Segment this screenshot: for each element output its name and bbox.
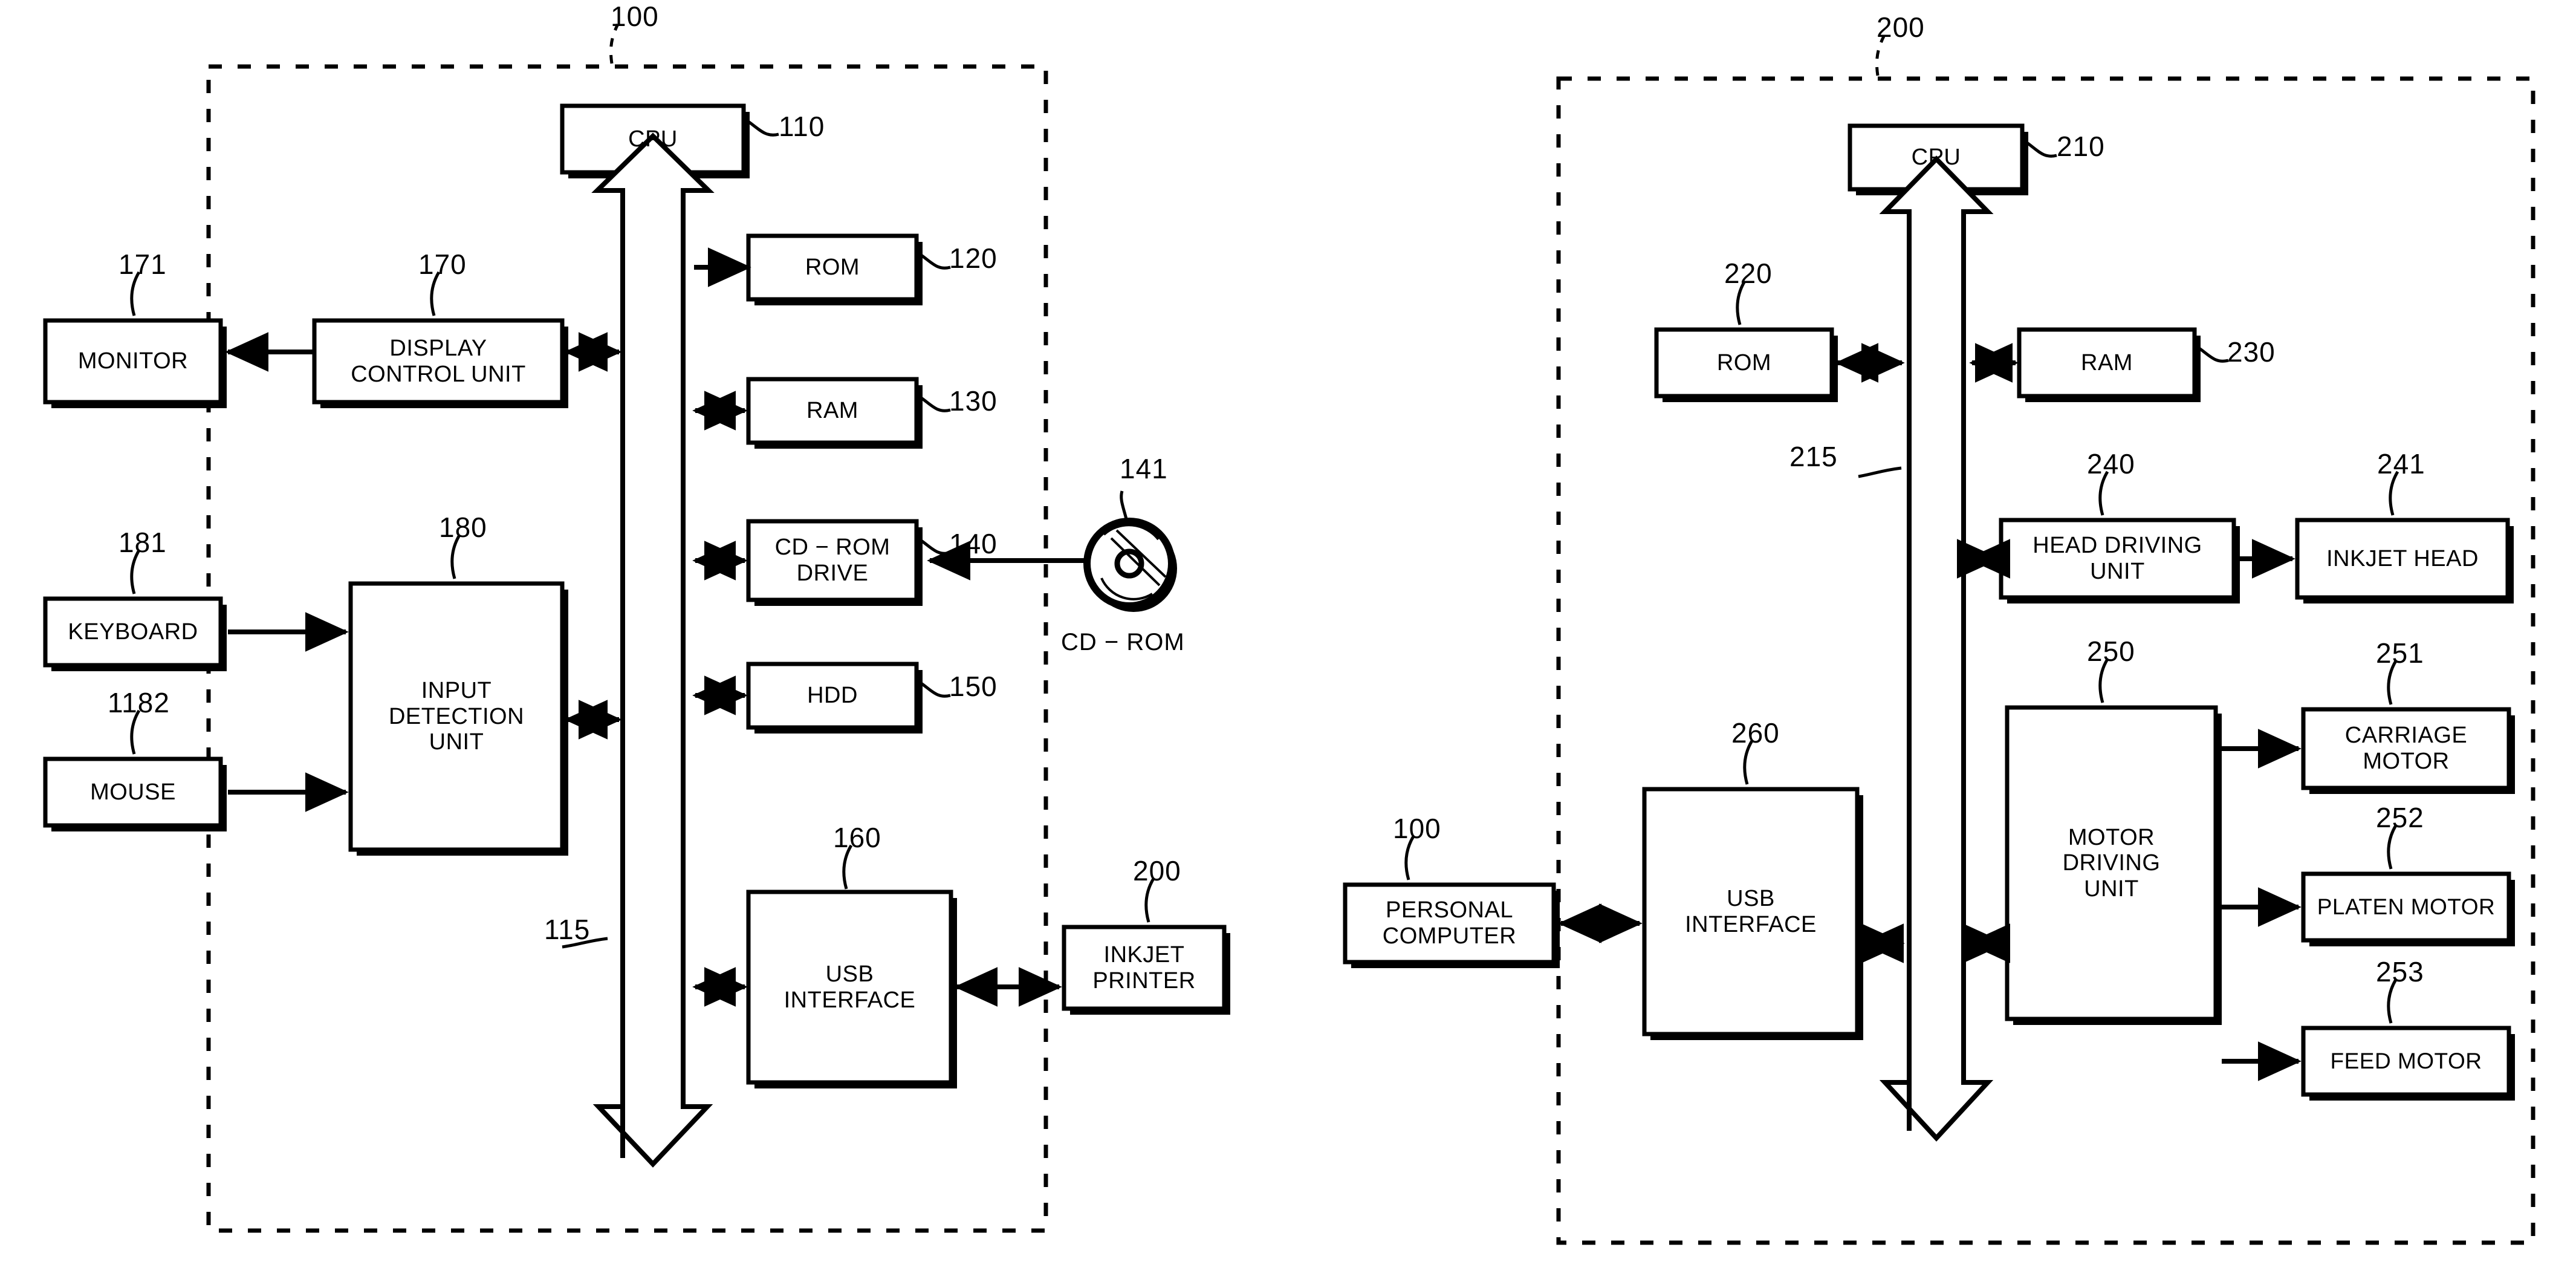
- patent-figure-canvas: CPU ROM RAM CD − ROM DRIVE HDD USB INTER…: [0, 0, 2576, 1285]
- ref-numeral-100-right: 100: [1393, 813, 1441, 844]
- ref-numeral-150: 150: [949, 671, 998, 702]
- ref-numeral-170: 170: [418, 249, 467, 280]
- ref-numeral-180: 180: [439, 512, 487, 543]
- ref-numeral-120: 120: [949, 242, 998, 274]
- diagram-vector-layer: [43, 23, 2535, 1245]
- ref-numeral-210: 210: [2057, 131, 2105, 162]
- ref-numeral-130: 130: [949, 385, 998, 417]
- ref-numeral-253: 253: [2376, 956, 2424, 987]
- ref-numeral-241: 241: [2377, 448, 2425, 480]
- ref-numeral-215-bus: 215: [1789, 441, 1838, 472]
- ref-numeral-181: 181: [118, 527, 167, 558]
- cd-rom-disc-icon: [1083, 490, 1177, 612]
- cd-rom-media-caption: CD − ROM: [1061, 629, 1185, 656]
- ref-numeral-240: 240: [2087, 448, 2135, 480]
- ref-numeral-252: 252: [2376, 802, 2424, 833]
- ref-numeral-140: 140: [949, 528, 998, 559]
- ref-numeral-171: 171: [118, 249, 167, 280]
- ref-numeral-230: 230: [2227, 336, 2276, 368]
- ref-numeral-251: 251: [2376, 637, 2424, 669]
- ref-numeral-1182: 1182: [108, 687, 170, 718]
- ref-numeral-200-right: 200: [1877, 11, 1925, 43]
- ref-numeral-260: 260: [1731, 717, 1780, 749]
- ref-numeral-250: 250: [2087, 636, 2135, 667]
- ref-numeral-100-left: 100: [611, 1, 659, 32]
- ref-numeral-160: 160: [833, 822, 881, 853]
- system-bus-215: [1858, 155, 1994, 1142]
- system-bus-115: [562, 132, 715, 1168]
- ref-numeral-110: 110: [779, 111, 825, 142]
- ref-numeral-115-bus: 115: [544, 914, 591, 945]
- ref-numeral-220: 220: [1724, 258, 1773, 289]
- ref-numeral-200-left: 200: [1133, 855, 1181, 886]
- ref-numeral-141: 141: [1120, 453, 1168, 484]
